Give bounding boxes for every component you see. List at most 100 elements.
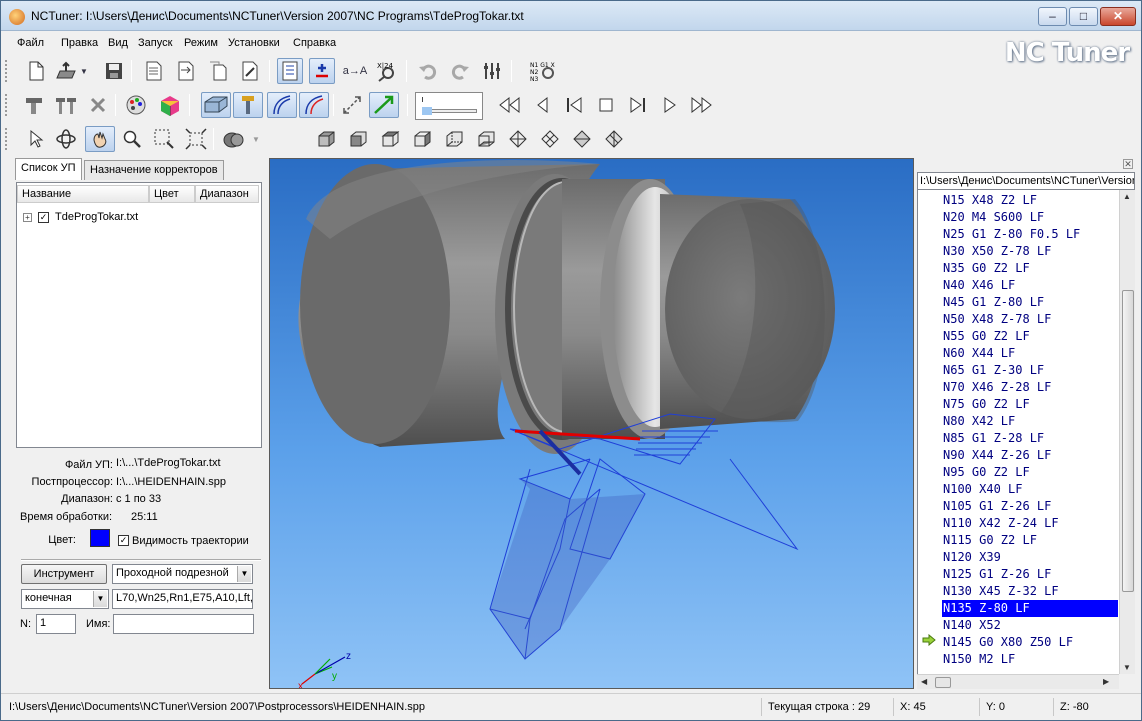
trajectory-visibility-checkbox[interactable]: ✓ (118, 535, 129, 546)
code-line[interactable]: N145 G0 X80 Z50 LF (942, 634, 1118, 651)
chevron-down-icon[interactable]: ▼ (93, 591, 107, 607)
program-row[interactable]: + ✓ TdeProgTokar.txt (23, 209, 138, 225)
code-line[interactable]: N70 X46 Z-28 LF (942, 379, 1118, 396)
mode-select[interactable]: конечная ▼ (21, 589, 109, 609)
code-line[interactable]: N115 G0 Z2 LF (942, 532, 1118, 549)
code-line[interactable]: N120 X39 (942, 549, 1118, 566)
new-file-icon[interactable] (23, 58, 49, 84)
program-name[interactable]: TdeProgTokar.txt (55, 211, 138, 223)
menu-view[interactable]: Вид (108, 37, 128, 49)
plus-minus-icon[interactable] (309, 58, 335, 84)
menu-file[interactable]: Файл (17, 37, 44, 49)
view-iso-icon[interactable] (313, 126, 339, 152)
vertical-scrollbar-thumb[interactable] (1122, 290, 1134, 592)
code-line[interactable]: N25 G1 Z-80 F0.5 LF (942, 226, 1118, 243)
zoom-fit-icon[interactable] (183, 126, 209, 152)
name-field[interactable] (113, 614, 254, 634)
code-line[interactable]: N30 X50 Z-78 LF (942, 243, 1118, 260)
simulation-viewport[interactable]: x y z (269, 158, 914, 689)
find-replace-icon[interactable]: X|24 (373, 58, 399, 84)
code-line[interactable]: N45 G1 Z-80 LF (942, 294, 1118, 311)
numbering-icon[interactable] (277, 58, 303, 84)
n-field[interactable]: 1 (36, 614, 76, 634)
code-line[interactable]: N140 X52 (942, 617, 1118, 634)
view-top-icon[interactable] (377, 126, 403, 152)
code-line[interactable]: N65 G1 Z-30 LF (942, 362, 1118, 379)
view-wire3-icon[interactable] (569, 126, 595, 152)
toolbar-grip[interactable] (5, 94, 9, 116)
code-line-current[interactable]: N135 Z-80 LF (942, 600, 1118, 617)
code-line[interactable]: N50 X48 Z-78 LF (942, 311, 1118, 328)
vertical-scrollbar[interactable]: ▲ ▼ (1119, 190, 1135, 674)
scroll-left-icon[interactable]: ◀ (921, 677, 927, 686)
close-icon[interactable]: ✕ (1123, 159, 1133, 169)
undo-icon[interactable] (415, 58, 441, 84)
view-wire4-icon[interactable] (601, 126, 627, 152)
code-line[interactable]: N80 X42 LF (942, 413, 1118, 430)
menu-edit[interactable]: Правка (61, 37, 98, 49)
horizontal-scrollbar[interactable]: ◀ ▶ (917, 674, 1119, 689)
trajectory-visibility-label[interactable]: Видимость траектории (132, 535, 249, 547)
code-line[interactable]: N20 M4 S600 LF (942, 209, 1118, 226)
tab-corrector-assignment[interactable]: Назначение корректоров (84, 160, 224, 180)
code-line[interactable]: N85 G1 Z-28 LF (942, 430, 1118, 447)
material-icon[interactable] (157, 92, 183, 118)
trajectory2-icon[interactable] (299, 92, 329, 118)
minimize-button[interactable]: – (1038, 7, 1067, 26)
code-line[interactable]: N130 X45 Z-32 LF (942, 583, 1118, 600)
rewind-icon[interactable] (497, 92, 523, 118)
tool-button[interactable]: Инструмент (21, 564, 107, 584)
code-line[interactable]: N125 G1 Z-26 LF (942, 566, 1118, 583)
code-line[interactable]: N100 X40 LF (942, 481, 1118, 498)
toolbar-grip[interactable] (5, 60, 9, 82)
trajectory-icon[interactable] (267, 92, 297, 118)
shading-dropdown-icon[interactable]: ▼ (249, 126, 263, 152)
zoom-window-icon[interactable] (151, 126, 177, 152)
code-line[interactable]: N15 X48 Z2 LF (942, 192, 1118, 209)
save-icon[interactable] (101, 58, 127, 84)
trajectory-color-swatch[interactable] (90, 529, 110, 547)
step-back-icon[interactable] (529, 92, 555, 118)
export-icon[interactable] (173, 58, 199, 84)
path-arrow-icon[interactable] (369, 92, 399, 118)
scroll-down-icon[interactable]: ▼ (1123, 663, 1131, 672)
copy-icon[interactable] (205, 58, 231, 84)
code-line[interactable]: N40 X46 LF (942, 277, 1118, 294)
open-icon[interactable] (53, 58, 79, 84)
view-wire2-icon[interactable] (537, 126, 563, 152)
delete-icon[interactable] (85, 92, 111, 118)
scroll-right-icon[interactable]: ▶ (1103, 677, 1109, 686)
menu-settings[interactable]: Установки (228, 37, 280, 49)
view-wire1-icon[interactable] (505, 126, 531, 152)
edit-program-icon[interactable] (237, 58, 263, 84)
code-line[interactable]: N60 X44 LF (942, 345, 1118, 362)
tab-program-list[interactable]: Список УП (15, 158, 82, 180)
speed-slider-thumb[interactable] (422, 107, 432, 115)
replace-icon[interactable]: a→A (341, 58, 369, 84)
zoom-icon[interactable] (119, 126, 145, 152)
shading-icon[interactable] (221, 126, 247, 152)
close-button[interactable]: ✕ (1100, 7, 1136, 26)
code-line[interactable]: N75 G0 Z2 LF (942, 396, 1118, 413)
report-icon[interactable] (141, 58, 167, 84)
column-range[interactable]: Диапазон (195, 185, 259, 203)
menu-run[interactable]: Запуск (138, 37, 172, 49)
settings-sliders-icon[interactable] (479, 58, 505, 84)
view-back-icon[interactable] (441, 126, 467, 152)
expand-icon[interactable]: + (23, 212, 32, 222)
code-line[interactable]: N90 X44 Z-26 LF (942, 447, 1118, 464)
view-bottom-icon[interactable] (473, 126, 499, 152)
to-start-icon[interactable] (561, 92, 587, 118)
column-color[interactable]: Цвет (149, 185, 195, 203)
maximize-button[interactable]: □ (1069, 7, 1098, 26)
palette-icon[interactable] (123, 92, 149, 118)
code-line[interactable]: N35 G0 Z2 LF (942, 260, 1118, 277)
nc-code-list[interactable]: N15 X48 Z2 LF N20 M4 S600 LF N25 G1 Z-80 F… (917, 190, 1119, 674)
open-dropdown-icon[interactable]: ▼ (77, 58, 91, 84)
nc-inspect-icon[interactable]: N1 G1 X N2 N3 (529, 58, 559, 84)
to-end-icon[interactable] (625, 92, 651, 118)
code-line[interactable]: N105 G1 Z-26 LF (942, 498, 1118, 515)
pan-icon[interactable] (85, 126, 115, 152)
tool-set-icon[interactable] (53, 92, 79, 118)
tool-type-select[interactable]: Проходной подрезной ▼ (112, 564, 253, 584)
